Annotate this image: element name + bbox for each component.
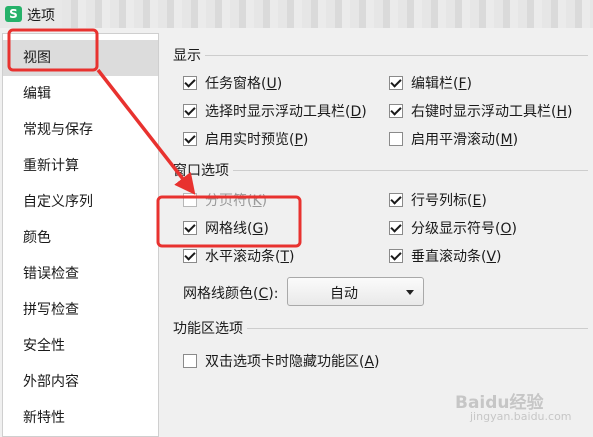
checkbox-label: 双击选项卡时隐藏功能区(A) [205, 354, 380, 370]
checkbox-horizontal-scrollbar[interactable]: 水平滚动条(T) [183, 246, 295, 266]
chevron-down-icon [406, 290, 414, 295]
checkbox-box[interactable] [183, 132, 197, 146]
checkbox-box[interactable] [389, 76, 403, 90]
checkbox-box[interactable] [389, 132, 403, 146]
section-divider [173, 55, 588, 56]
checkbox-box[interactable] [389, 249, 403, 263]
checkbox-vertical-scrollbar[interactable]: 垂直滚动条(V) [389, 246, 502, 266]
sidebar-item-error-check[interactable]: 错误检查 [3, 256, 158, 292]
sidebar-item-external-content[interactable]: 外部内容 [3, 364, 158, 400]
gridline-color-value: 自动 [330, 286, 358, 302]
checkbox-box[interactable] [389, 221, 403, 235]
checkbox-box[interactable] [183, 104, 197, 118]
checkbox-box[interactable] [389, 104, 403, 118]
sidebar-item-custom-lists[interactable]: 自定义序列 [3, 184, 158, 220]
checkbox-label: 分级显示符号(O) [411, 221, 517, 237]
checkbox-label: 启用实时预览(P) [205, 132, 309, 148]
checkbox-smooth-scroll[interactable]: 启用平滑滚动(M) [389, 129, 518, 149]
checkbox-label: 启用平滑滚动(M) [411, 132, 519, 148]
sidebar-item-general-save[interactable]: 常规与保存 [3, 112, 158, 148]
options-sidebar: 视图 编辑 常规与保存 重新计算 自定义序列 颜色 错误检查 拼写检查 安全性 … [2, 33, 159, 437]
checkbox-label: 行号列标(E) [411, 193, 487, 209]
sidebar-item-color[interactable]: 颜色 [3, 220, 158, 256]
checkbox-box[interactable] [183, 354, 197, 368]
view-options-panel: 显示 任务窗格(U) 编辑栏(F) 选择时显示浮动工具栏(D) 右键时显示浮动工… [163, 33, 593, 437]
gridline-color-dropdown[interactable]: 自动 [287, 277, 424, 306]
gridline-color-label: 网格线颜色(C): [183, 286, 279, 302]
checkbox-label: 选择时显示浮动工具栏(D) [205, 104, 367, 120]
checkbox-float-toolbar-rightclick[interactable]: 右键时显示浮动工具栏(H) [389, 101, 572, 121]
wps-app-icon: S [5, 6, 22, 22]
checkbox-label: 垂直滚动条(V) [411, 249, 502, 265]
checkbox-row-col-headers[interactable]: 行号列标(E) [389, 190, 487, 210]
sidebar-item-edit[interactable]: 编辑 [3, 76, 158, 112]
checkbox-box[interactable] [183, 221, 197, 235]
checkbox-page-breaks[interactable]: 分页符(K) [183, 190, 267, 210]
checkbox-hide-ribbon-dblclick[interactable]: 双击选项卡时隐藏功能区(A) [183, 351, 380, 371]
section-divider [173, 170, 588, 171]
checkbox-task-pane[interactable]: 任务窗格(U) [183, 73, 282, 93]
checkbox-box[interactable] [183, 76, 197, 90]
sidebar-item-spell-check[interactable]: 拼写检查 [3, 292, 158, 328]
title-bar: S 选项 [0, 0, 593, 28]
section-title-display: 显示 [173, 45, 205, 65]
checkbox-outline-symbols[interactable]: 分级显示符号(O) [389, 218, 517, 238]
sidebar-item-new-features[interactable]: 新特性 [3, 400, 158, 436]
checkbox-label: 网格线(G) [205, 221, 269, 237]
baidu-watermark-url: jingyan.baidu.com [470, 410, 572, 423]
window-title: 选项 [27, 8, 55, 24]
section-title-ribbon-options: 功能区选项 [173, 318, 247, 338]
blurred-toolbar [62, 0, 593, 28]
sidebar-item-view[interactable]: 视图 [3, 40, 158, 76]
checkbox-live-preview[interactable]: 启用实时预览(P) [183, 129, 308, 149]
checkbox-gridlines[interactable]: 网格线(G) [183, 218, 269, 238]
checkbox-box[interactable] [183, 193, 197, 207]
checkbox-label: 右键时显示浮动工具栏(H) [411, 104, 573, 120]
checkbox-label: 分页符(K) [205, 193, 268, 209]
checkbox-float-toolbar-select[interactable]: 选择时显示浮动工具栏(D) [183, 101, 367, 121]
checkbox-formula-bar[interactable]: 编辑栏(F) [389, 73, 472, 93]
checkbox-label: 编辑栏(F) [411, 76, 472, 92]
section-title-window-options: 窗口选项 [173, 160, 233, 180]
checkbox-box[interactable] [389, 193, 403, 207]
checkbox-box[interactable] [183, 249, 197, 263]
sidebar-item-security[interactable]: 安全性 [3, 328, 158, 364]
checkbox-label: 任务窗格(U) [205, 76, 283, 92]
checkbox-label: 水平滚动条(T) [205, 249, 295, 265]
sidebar-item-recalculate[interactable]: 重新计算 [3, 148, 158, 184]
